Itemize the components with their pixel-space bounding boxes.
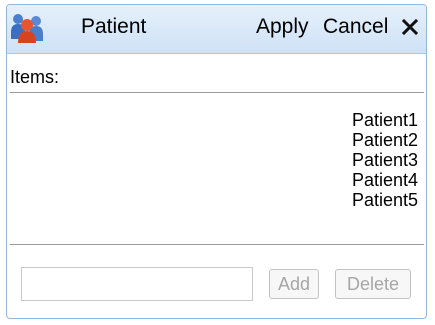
panel-header: Patient Apply Cancel [7,5,426,54]
items-bottom-divider [10,244,424,245]
items-label: Items: [10,67,60,87]
list-item[interactable]: Patient3 [7,150,418,170]
list-item[interactable]: Patient2 [7,130,418,150]
list-item[interactable]: Patient5 [7,190,418,210]
close-icon[interactable] [399,15,423,39]
items-top-divider [10,92,424,93]
add-button[interactable]: Add [269,269,319,299]
items-list: Patient1 Patient2 Patient3 Patient4 Pati… [7,110,418,210]
delete-button[interactable]: Delete [335,269,411,299]
apply-button[interactable]: Apply [256,15,309,39]
cancel-button[interactable]: Cancel [323,15,388,39]
patient-editor-panel: Patient Apply Cancel Items: Patient1 Pat… [6,4,427,319]
list-item[interactable]: Patient1 [7,110,418,130]
new-item-input[interactable] [21,267,253,301]
list-item[interactable]: Patient4 [7,170,418,190]
panel-title: Patient [81,15,147,38]
patient-group-icon [11,14,43,43]
